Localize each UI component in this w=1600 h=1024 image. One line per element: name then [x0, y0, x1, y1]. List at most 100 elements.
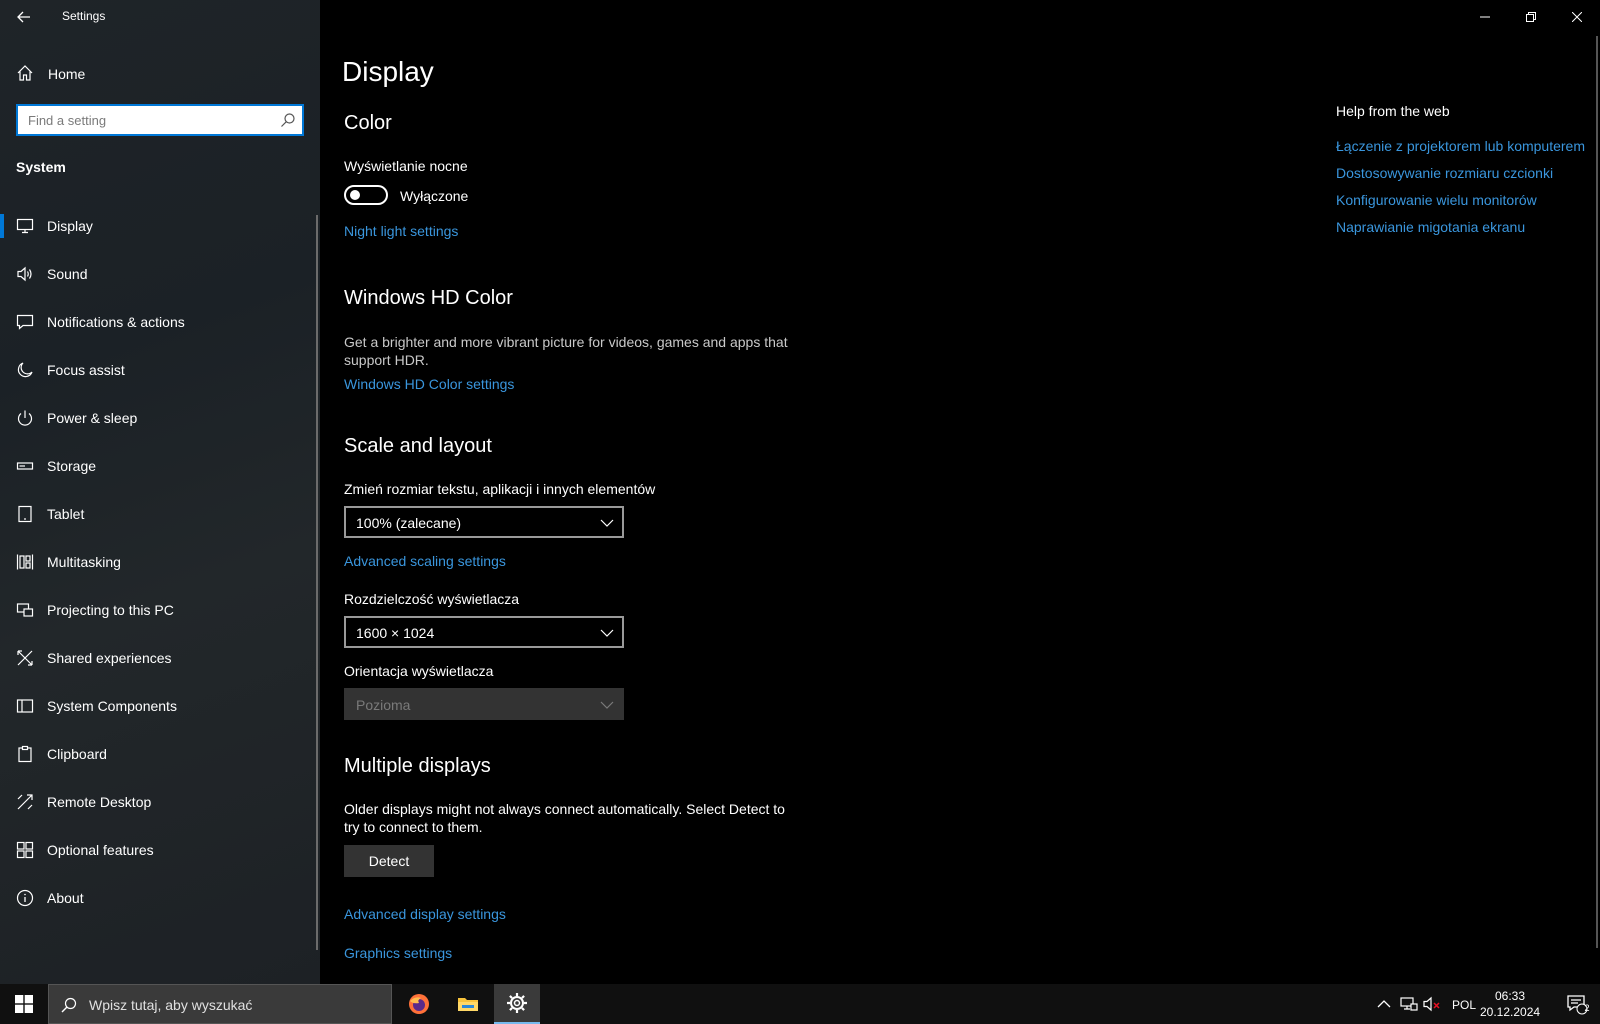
clock-time: 06:33	[1494, 989, 1526, 1003]
sidebar-item-power-sleep[interactable]: Power & sleep	[0, 394, 320, 442]
sidebar-item-multitasking[interactable]: Multitasking	[0, 538, 320, 586]
sidebar-item-sound[interactable]: Sound	[0, 250, 320, 298]
chevron-down-icon	[600, 701, 614, 709]
advanced-scaling-link[interactable]: Advanced scaling settings	[344, 553, 506, 569]
windows-logo-icon	[15, 995, 33, 1013]
section-label-system: System	[16, 159, 66, 175]
tablet-icon	[18, 505, 32, 523]
taskbar-search-box[interactable]: Wpisz tutaj, aby wyszukać	[48, 984, 392, 1024]
search-icon	[61, 997, 77, 1013]
scale-dropdown[interactable]: 100% (zalecane)	[344, 506, 624, 538]
search-icon[interactable]	[280, 112, 296, 128]
title-bar: Settings	[0, 0, 320, 34]
sidebar-item-label: System Components	[47, 698, 177, 714]
orientation-dropdown[interactable]: Pozioma	[344, 688, 624, 720]
sidebar-item-home[interactable]: Home	[0, 57, 320, 89]
sidebar: Settings Home System Display Sound	[0, 0, 320, 984]
night-light-toggle[interactable]	[344, 185, 388, 205]
projecting-icon	[16, 603, 34, 617]
resolution-dropdown-value: 1600 × 1024	[356, 625, 435, 641]
toggle-knob	[350, 190, 360, 200]
multiple-displays-description: Older displays might not always connect …	[344, 801, 785, 835]
start-button[interactable]	[0, 984, 48, 1024]
scale-dropdown-value: 100% (zalecane)	[356, 515, 462, 531]
notification-icon	[16, 314, 34, 330]
restore-icon	[1526, 12, 1536, 22]
back-button[interactable]	[8, 4, 40, 30]
help-title: Help from the web	[1336, 103, 1450, 119]
network-icon[interactable]	[1400, 995, 1418, 1013]
sidebar-item-focus-assist[interactable]: Focus assist	[0, 346, 320, 394]
system-components-icon	[16, 699, 34, 713]
help-link-font-size[interactable]: Dostosowywanie rozmiaru czcionki	[1336, 164, 1586, 182]
sidebar-item-remote-desktop[interactable]: Remote Desktop	[0, 778, 320, 826]
minimize-button[interactable]	[1462, 0, 1508, 34]
help-link-multiple-monitors[interactable]: Konfigurowanie wielu monitorów	[1336, 191, 1586, 209]
sidebar-item-label: Projecting to this PC	[47, 602, 174, 618]
sidebar-item-notifications[interactable]: Notifications & actions	[0, 298, 320, 346]
multitasking-icon	[16, 554, 34, 570]
volume-muted-icon[interactable]	[1423, 995, 1441, 1013]
scale-layout-heading: Scale and layout	[344, 435, 492, 457]
sidebar-item-projecting[interactable]: Projecting to this PC	[0, 586, 320, 634]
optional-features-icon	[16, 841, 34, 859]
main-scrollbar[interactable]	[1596, 36, 1598, 948]
app-title: Settings	[62, 9, 106, 23]
hd-color-settings-link[interactable]: Windows HD Color settings	[344, 376, 514, 392]
advanced-display-settings-link[interactable]: Advanced display settings	[344, 906, 506, 922]
sidebar-scrollbar[interactable]	[316, 215, 318, 950]
speaker-icon	[17, 266, 32, 282]
orientation-label: Orientacja wyświetlacza	[344, 663, 494, 679]
detect-button[interactable]: Detect	[344, 845, 434, 877]
sidebar-item-display[interactable]: Display	[0, 202, 320, 250]
main-content: Display Color Wyświetlanie nocne Wyłączo…	[320, 0, 1600, 984]
notification-count-badge: 2	[1584, 1003, 1590, 1013]
sidebar-item-tablet[interactable]: Tablet	[0, 490, 320, 538]
close-icon	[1572, 12, 1582, 22]
input-language-indicator[interactable]: POL	[1452, 998, 1476, 1012]
settings-search-box[interactable]	[16, 104, 304, 136]
sidebar-item-about[interactable]: About	[0, 874, 320, 922]
gear-icon	[507, 993, 527, 1013]
chevron-down-icon	[600, 629, 614, 637]
taskbar-settings[interactable]	[494, 984, 540, 1024]
multiple-displays-heading: Multiple displays	[344, 755, 491, 777]
night-light-settings-link[interactable]: Night light settings	[344, 223, 458, 239]
close-button[interactable]	[1554, 0, 1600, 34]
chevron-down-icon	[600, 519, 614, 527]
graphics-settings-link[interactable]: Graphics settings	[344, 945, 452, 961]
storage-icon	[16, 462, 34, 470]
taskbar-file-explorer[interactable]	[445, 984, 491, 1024]
sidebar-item-clipboard[interactable]: Clipboard	[0, 730, 320, 778]
taskbar-firefox[interactable]	[396, 984, 442, 1024]
help-panel: Help from the web Łączenie z projektorem…	[1336, 103, 1586, 245]
sidebar-item-label: Power & sleep	[47, 410, 138, 426]
settings-search-input[interactable]	[18, 106, 268, 134]
taskbar-search-placeholder: Wpisz tutaj, aby wyszukać	[89, 997, 253, 1013]
sidebar-item-label: Display	[47, 218, 93, 234]
clipboard-icon	[18, 745, 32, 763]
folder-icon	[458, 998, 478, 1011]
clock-date: 20.12.2024	[1480, 1005, 1541, 1019]
sidebar-item-label: Tablet	[47, 506, 85, 522]
sidebar-item-label: Focus assist	[47, 362, 125, 378]
hd-color-description: Get a brighter and more vibrant picture …	[344, 334, 788, 368]
back-arrow-icon	[17, 11, 30, 23]
sidebar-item-shared-experiences[interactable]: Shared experiences	[0, 634, 320, 682]
help-link-screen-flicker[interactable]: Naprawianie migotania ekranu	[1336, 218, 1586, 236]
resolution-dropdown[interactable]: 1600 × 1024	[344, 616, 624, 648]
action-center-button[interactable]: 2	[1554, 984, 1600, 1024]
sidebar-item-optional-features[interactable]: Optional features	[0, 826, 320, 874]
sidebar-item-storage[interactable]: Storage	[0, 442, 320, 490]
chevron-up-icon[interactable]	[1375, 995, 1393, 1013]
help-link-projector[interactable]: Łączenie z projektorem lub komputerem	[1336, 137, 1586, 155]
power-icon	[17, 410, 33, 426]
sidebar-item-label: Shared experiences	[47, 650, 172, 666]
shared-experiences-icon	[17, 650, 33, 666]
scale-label: Zmień rozmiar tekstu, aplikacji i innych…	[344, 481, 656, 497]
restore-button[interactable]	[1508, 0, 1554, 34]
sidebar-item-label: Remote Desktop	[47, 794, 152, 810]
taskbar-clock[interactable]: 06:33 20.12.2024	[1480, 988, 1540, 1020]
sidebar-item-label: Storage	[47, 458, 97, 474]
sidebar-item-system-components[interactable]: System Components	[0, 682, 320, 730]
